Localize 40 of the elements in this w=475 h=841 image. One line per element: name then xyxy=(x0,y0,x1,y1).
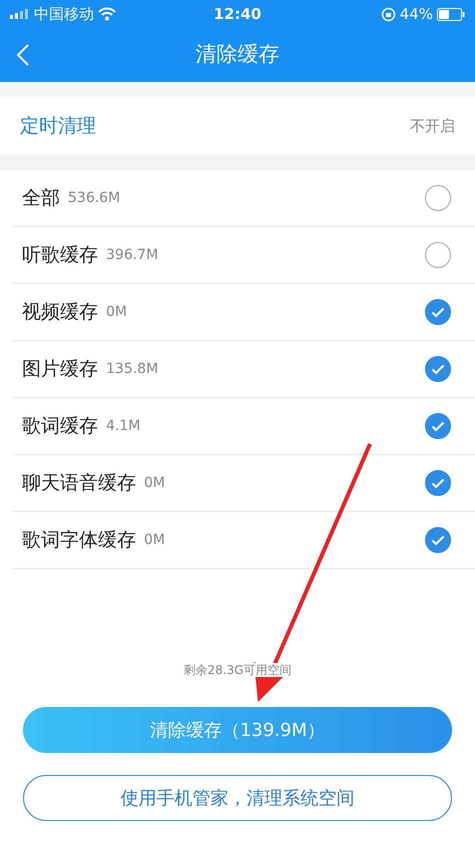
checkmark-icon xyxy=(431,478,445,488)
checkmark-icon xyxy=(431,420,445,432)
schedule-label: 定时清理 xyxy=(20,114,96,139)
checkmark-icon xyxy=(431,364,445,374)
signal-icon xyxy=(10,9,30,19)
cache-name: 图片缓存 xyxy=(22,356,98,382)
battery-percent: 44% xyxy=(400,4,433,25)
checkmark-icon xyxy=(431,534,445,546)
checkbox[interactable] xyxy=(425,356,451,382)
status-time: 12:40 xyxy=(214,4,262,23)
battery-icon xyxy=(437,8,465,20)
cache-name: 歌词字体缓存 xyxy=(22,528,136,553)
checkbox[interactable] xyxy=(425,527,451,553)
cache-name: 全部 xyxy=(22,186,60,211)
cache-name: 歌词缓存 xyxy=(22,414,98,439)
carrier-name: 中国移动 xyxy=(34,4,94,25)
checkbox[interactable] xyxy=(425,299,451,325)
schedule-value: 不开启 xyxy=(410,116,455,137)
phone-manager-button[interactable]: 使用手机管家，清理系统空间 xyxy=(23,775,452,821)
checkbox[interactable] xyxy=(425,185,451,211)
cache-name: 视频缓存 xyxy=(22,300,98,325)
cache-size: 4.1M xyxy=(106,416,140,436)
cache-size: 135.8M xyxy=(106,360,158,378)
cache-size: 0M xyxy=(144,474,165,492)
rotation-lock-icon xyxy=(380,6,396,22)
wifi-icon xyxy=(98,7,116,21)
cache-name: 聊天语音缓存 xyxy=(22,470,136,496)
schedule-row[interactable]: 定时清理 不开启 xyxy=(0,97,475,155)
checkbox[interactable] xyxy=(425,470,451,496)
cache-size: 536.6M xyxy=(68,188,120,208)
checkmark-icon xyxy=(431,306,445,318)
clear-cache-button[interactable]: 清除缓存（139.9M） xyxy=(23,707,452,753)
checkbox[interactable] xyxy=(425,413,451,439)
cache-size: 0M xyxy=(106,302,127,322)
checkbox[interactable] xyxy=(425,242,451,268)
cache-size: 396.7M xyxy=(106,246,158,264)
cache-name: 听歌缓存 xyxy=(22,242,98,268)
page-title: 清除缓存 xyxy=(196,41,280,68)
back-button[interactable] xyxy=(16,42,30,67)
cache-size: 0M xyxy=(144,530,165,550)
